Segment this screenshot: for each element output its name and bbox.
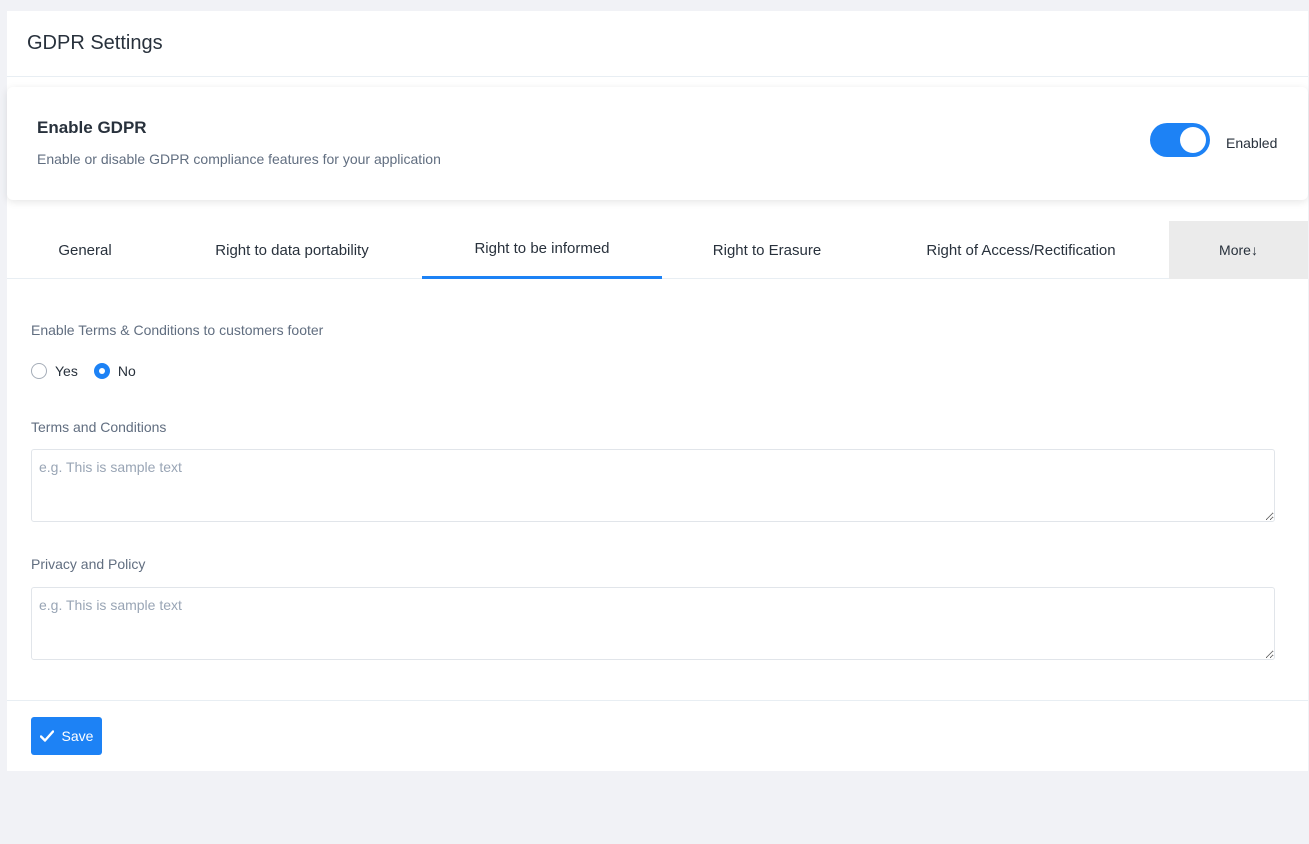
toggle-status-label: Enabled [1226, 135, 1278, 151]
tab-more[interactable]: More↓ [1169, 221, 1308, 279]
terms-footer-radio-group: Yes No [31, 363, 152, 379]
tab-right-to-be-informed[interactable]: Right to be informed [422, 221, 662, 279]
check-icon [39, 730, 54, 742]
privacy-and-policy-label: Privacy and Policy [31, 556, 146, 572]
radio-no[interactable] [93, 363, 110, 379]
toggle-knob [1180, 127, 1206, 153]
footer-divider [7, 700, 1308, 701]
enable-gdpr-toggle[interactable] [1150, 123, 1210, 157]
save-button[interactable]: Save [31, 717, 102, 755]
terms-footer-label: Enable Terms & Conditions to customers f… [31, 322, 324, 338]
tab-right-to-erasure[interactable]: Right to Erasure [697, 221, 837, 279]
radio-no-label[interactable]: No [118, 363, 136, 379]
enable-gdpr-title: Enable GDPR [37, 118, 147, 137]
gdpr-settings-card: GDPR Settings Enable GDPR Enable or disa… [7, 11, 1308, 771]
tab-right-to-data-portability[interactable]: Right to data portability [197, 221, 387, 279]
terms-and-conditions-label: Terms and Conditions [31, 419, 167, 435]
card-header: GDPR Settings [7, 11, 1308, 77]
page-title: GDPR Settings [27, 32, 163, 54]
radio-yes[interactable] [31, 363, 47, 379]
radio-yes-label[interactable]: Yes [55, 363, 78, 379]
save-button-label: Save [61, 728, 94, 744]
terms-and-conditions-textarea[interactable] [31, 449, 1275, 522]
privacy-and-policy-textarea[interactable] [31, 587, 1275, 660]
tab-general[interactable]: General [31, 221, 139, 279]
enable-gdpr-panel: Enable GDPR Enable or disable GDPR compl… [7, 87, 1308, 200]
enable-gdpr-description: Enable or disable GDPR compliance featur… [37, 151, 441, 167]
tab-right-of-access-rectification[interactable]: Right of Access/Rectification [907, 221, 1135, 279]
gdpr-tabs: General Right to data portability Right … [7, 221, 1308, 279]
